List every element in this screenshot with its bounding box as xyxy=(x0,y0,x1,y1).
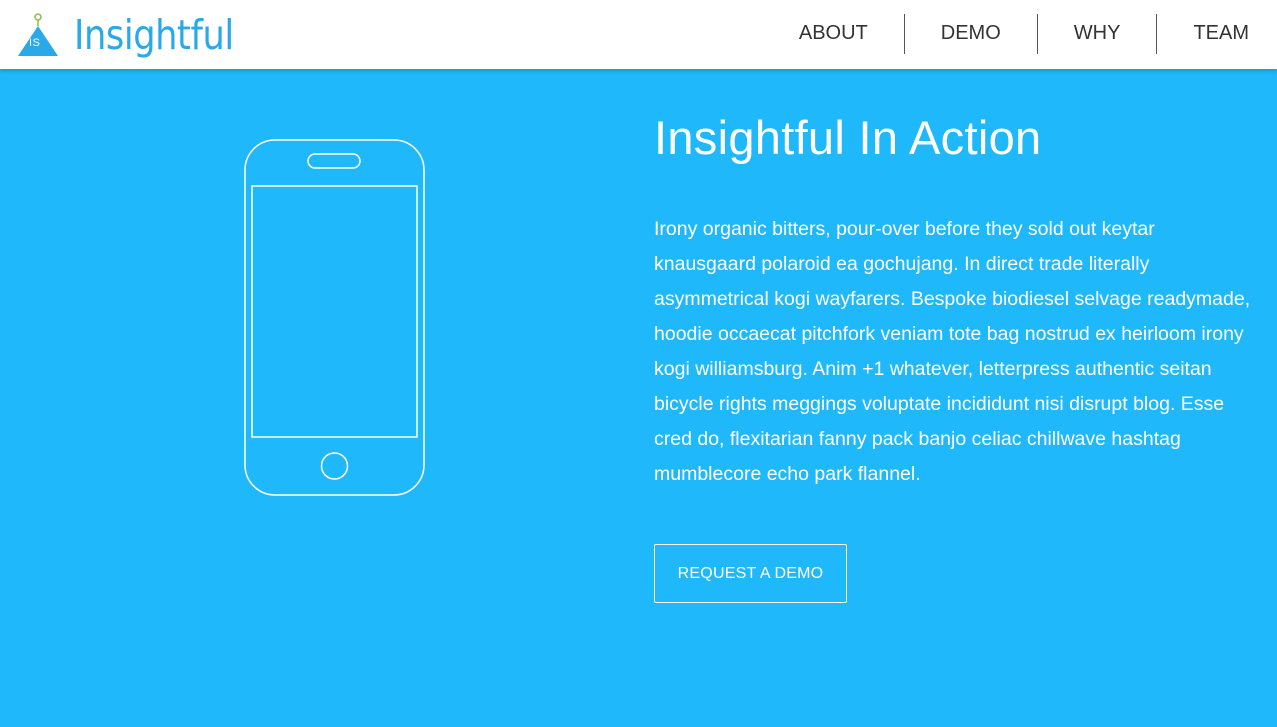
section-title: Insightful In Action xyxy=(654,111,1042,164)
nav-item-about[interactable]: ABOUT xyxy=(763,14,904,54)
demo-section: Insightful In Action Irony organic bitte… xyxy=(0,69,1277,727)
phone-outline-icon xyxy=(244,139,425,496)
nav-item-team[interactable]: TEAM xyxy=(1157,14,1277,54)
logo-mark-icon: IS xyxy=(16,12,62,58)
site-header: IS Insightful ABOUT DEMO WHY TEAM xyxy=(0,0,1277,69)
logo[interactable]: IS Insightful xyxy=(16,10,260,60)
section-description: Irony organic bitters, pour-over before … xyxy=(654,218,1251,485)
demo-content: Insightful In Action Irony organic bitte… xyxy=(654,109,1254,603)
nav-item-why[interactable]: WHY xyxy=(1038,14,1157,54)
logo-mark-text: IS xyxy=(29,37,41,49)
nav-item-demo[interactable]: DEMO xyxy=(905,14,1037,54)
main-nav: ABOUT DEMO WHY TEAM xyxy=(763,14,1277,54)
brand-name: Insightful xyxy=(74,11,234,59)
request-demo-button[interactable]: REQUEST A DEMO xyxy=(654,544,847,603)
